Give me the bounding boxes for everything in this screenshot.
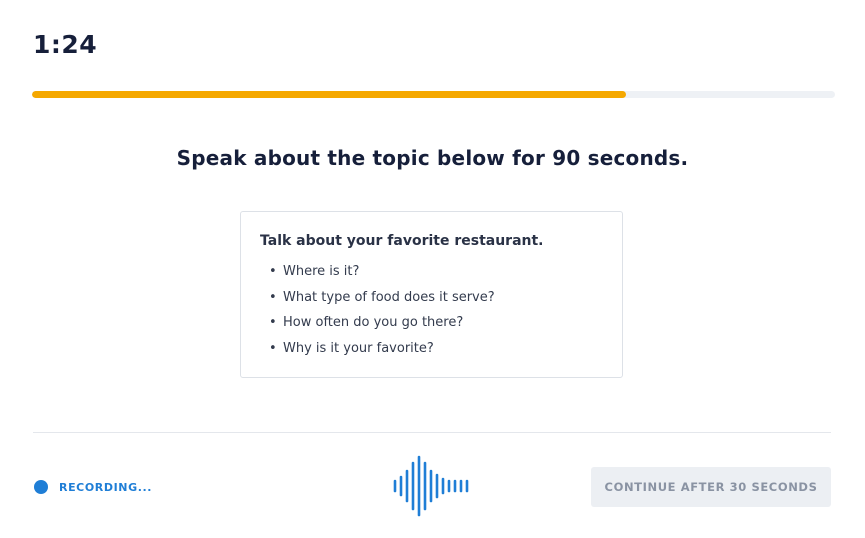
- bullet-icon: •: [269, 264, 277, 279]
- topic-question-text: How often do you go there?: [283, 315, 464, 330]
- topic-question-text: Why is it your favorite?: [283, 340, 434, 356]
- bullet-icon: •: [269, 315, 277, 330]
- continue-button[interactable]: CONTINUE AFTER 30 SECONDS: [591, 467, 831, 507]
- recording-status-label: RECORDING...: [59, 481, 153, 494]
- audio-waveform-icon: [393, 455, 469, 517]
- bullet-icon: •: [269, 340, 277, 356]
- topic-question-list: • Where is it? • What type of food does …: [260, 264, 495, 366]
- topic-card: Talk about your favorite restaurant. • W…: [240, 211, 623, 378]
- instruction-heading: Speak about the topic below for 90 secon…: [176, 146, 689, 170]
- bullet-icon: •: [269, 289, 277, 305]
- recording-indicator-dot: [34, 480, 48, 494]
- topic-question-item: • Where is it?: [260, 264, 495, 290]
- countdown-timer: 1:24: [33, 30, 98, 59]
- topic-question-text: What type of food does it serve?: [283, 289, 495, 305]
- topic-question-item: • What type of food does it serve?: [260, 290, 495, 316]
- time-progress-bar: [32, 91, 835, 98]
- topic-title: Talk about your favorite restaurant.: [260, 233, 544, 249]
- footer-divider: [33, 432, 831, 433]
- topic-question-item: • How often do you go there?: [260, 315, 495, 341]
- topic-question-item: • Why is it your favorite?: [260, 341, 495, 367]
- topic-question-text: Where is it?: [283, 264, 360, 279]
- time-progress-fill: [32, 91, 627, 98]
